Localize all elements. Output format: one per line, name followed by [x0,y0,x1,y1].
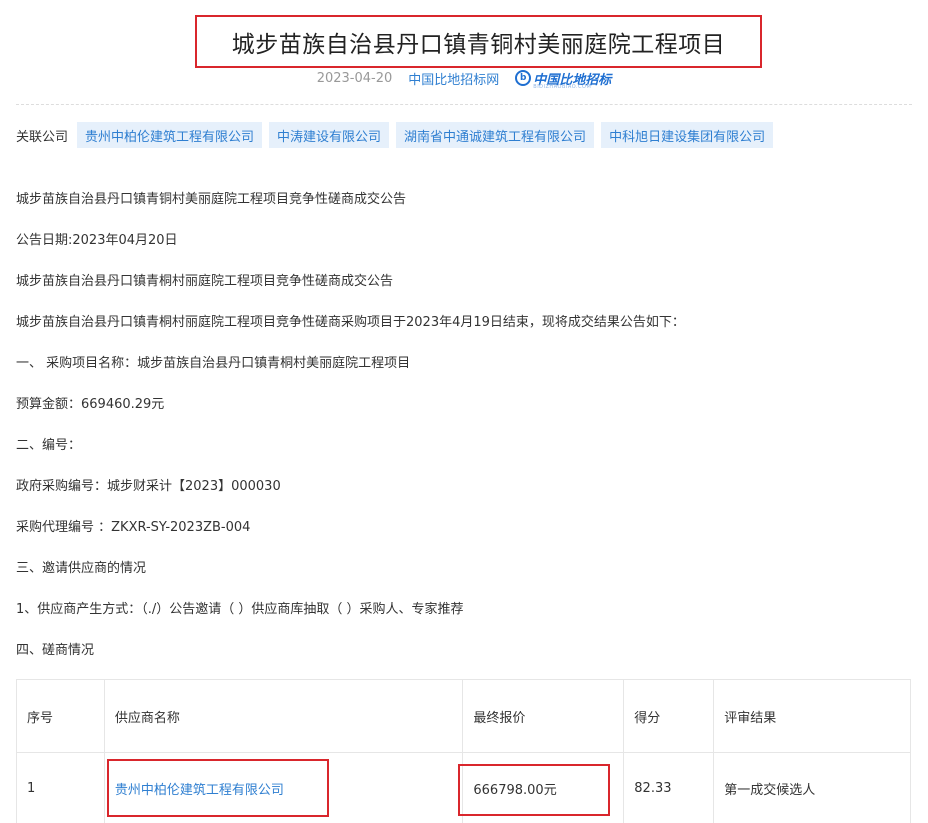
announcement-date: 公告日期:2023年04月20日 [16,233,178,248]
company-tag[interactable]: 中涛建设有限公司 [269,122,390,148]
cell-score: 82.33 [623,752,715,823]
supplier-method: 1、供应商产生方式：（./）公告邀请（ ）供应商库抽取（ ）采购人、专家推荐 [16,602,464,617]
cell-result: 第一成交候选人 [713,752,911,823]
related-companies: 关联公司 贵州中柏伦建筑工程有限公司 中涛建设有限公司 湖南省中通诚建筑工程有限… [16,122,774,148]
company-tag[interactable]: 中科旭日建设集团有限公司 [601,122,774,148]
col-header-score: 得分 [623,679,715,753]
col-header-index: 序号 [16,679,105,753]
cell-supplier: 贵州中柏伦建筑工程有限公司 [103,752,464,823]
section-negotiation: 四、磋商情况 [16,643,95,658]
results-table: 序号 供应商名称 最终报价 得分 评审结果 1 贵州中柏伦建筑工程有限公司 66… [16,679,911,823]
announcement-intro: 城步苗族自治县丹口镇青桐村丽庭院工程项目竞争性磋商采购项目于2023年4月19日… [16,315,685,330]
publish-date: 2023-04-20 [316,70,393,86]
meta-row: 2023-04-20 中国比地招标网 b 中国比地招标 BIDIZHAOBIAO… [0,67,928,90]
announcement-page: 城步苗族自治县丹口镇青铜村美丽庭院工程项目 2023-04-20 中国比地招标网… [0,0,928,823]
table-row: 1 贵州中柏伦建筑工程有限公司 666798.00元 82.33 第一成交候选人 [16,752,911,823]
announcement-heading: 城步苗族自治县丹口镇青铜村美丽庭院工程项目竞争性磋商成交公告 [16,192,407,207]
col-header-result: 评审结果 [713,679,911,753]
company-tag[interactable]: 贵州中柏伦建筑工程有限公司 [77,122,263,148]
agency-number: 采购代理编号 ：ZKXR-SY-2023ZB-004 [16,520,251,535]
announcement-subtitle: 城步苗族自治县丹口镇青桐村丽庭院工程项目竞争性磋商成交公告 [16,274,394,289]
page-title: 城步苗族自治县丹口镇青铜村美丽庭院工程项目 [231,31,726,58]
budget-amount: 预算金额：669460.29元 [16,397,165,412]
company-tag[interactable]: 湖南省中通诚建筑工程有限公司 [396,122,595,148]
cell-index: 1 [16,752,105,823]
col-header-price: 最终报价 [462,679,625,753]
col-header-supplier: 供应商名称 [103,679,464,753]
section-numbering: 二、编号： [16,438,82,453]
supplier-link[interactable]: 贵州中柏伦建筑工程有限公司 [115,783,284,798]
site-logo[interactable]: b 中国比地招标 BIDIZHAOBIAO.COM [515,69,611,90]
logo-icon: b [515,70,532,86]
section-suppliers: 三、邀请供应商的情况 [16,561,147,576]
gov-procurement-number: 政府采购编号：城步财采计【2023】000030 [16,479,281,494]
project-name: 一、 采购项目名称：城步苗族自治县丹口镇青桐村美丽庭院工程项目 [16,356,411,371]
header-divider [16,104,912,105]
logo-subtext: BIDIZHAOBIAO.COM [533,83,592,90]
source-link[interactable]: 中国比地招标网 [408,69,499,88]
cell-price: 666798.00元 [462,752,625,823]
related-label: 关联公司 [16,129,69,145]
title-highlight-box: 城步苗族自治县丹口镇青铜村美丽庭院工程项目 [195,15,762,68]
table-header-row: 序号 供应商名称 最终报价 得分 评审结果 [16,679,911,753]
